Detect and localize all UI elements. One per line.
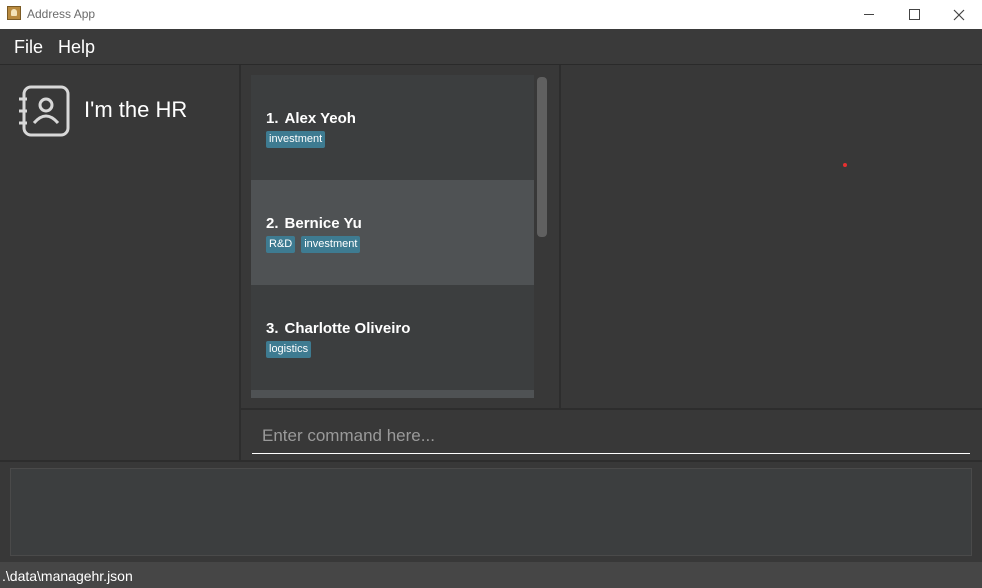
person-name: 2. Bernice Yu [266, 215, 362, 232]
command-input[interactable] [252, 418, 970, 454]
status-bar: .\data\managehr.json [0, 562, 982, 588]
person-name: 1. Alex Yeoh [266, 110, 356, 127]
person-index: 1. [266, 110, 279, 127]
minimize-icon [864, 14, 874, 15]
tag-list: logistics [266, 341, 312, 358]
tag-list: R&D investment [266, 236, 361, 253]
person-index: 2. [266, 215, 279, 232]
address-book-icon [19, 85, 70, 137]
person-name-text: Alex Yeoh [284, 110, 356, 127]
person-name: 3. Charlotte Oliveiro [266, 320, 410, 337]
menu-file[interactable]: File [14, 37, 43, 58]
tag-badge: R&D [266, 236, 296, 253]
person-name-text: Bernice Yu [284, 215, 362, 232]
tag-list: investment [266, 131, 326, 148]
red-dot-marker [843, 163, 847, 167]
tag-badge: investment [301, 236, 361, 253]
person-card-partial[interactable] [251, 390, 534, 398]
minimize-button[interactable] [846, 0, 892, 29]
person-list[interactable]: 1. Alex Yeoh investment 2. Bernice Yu R&D inve… [251, 75, 534, 398]
app-book-icon [7, 6, 21, 20]
person-list-panel: 1. Alex Yeoh investment 2. Bernice Yu R&D inve… [241, 65, 561, 408]
tag-badge: logistics [266, 341, 312, 358]
close-icon [953, 9, 965, 20]
person-card[interactable]: 3. Charlotte Oliveiro logistics [251, 285, 534, 390]
command-box [241, 408, 982, 462]
status-file-path: .\data\managehr.json [2, 568, 133, 584]
list-scrollbar[interactable] [537, 77, 547, 237]
sidebar: I'm the HR [0, 65, 241, 460]
tag-badge: investment [266, 131, 326, 148]
window-title: Address App [27, 7, 96, 21]
person-index: 3. [266, 320, 279, 337]
close-button[interactable] [936, 0, 982, 29]
person-card[interactable]: 1. Alex Yeoh investment [251, 75, 534, 180]
app-title: I'm the HR [84, 97, 188, 122]
person-name-text: Charlotte Oliveiro [284, 320, 411, 337]
detail-panel [561, 65, 982, 408]
person-card[interactable]: 2. Bernice Yu R&D investment [251, 180, 534, 285]
result-display [0, 460, 982, 562]
window-titlebar: Address App [0, 0, 982, 29]
menu-help[interactable]: Help [58, 37, 95, 58]
result-text-area[interactable] [10, 468, 972, 556]
menu-bar: File Help [0, 29, 982, 65]
maximize-button[interactable] [891, 0, 937, 29]
maximize-icon [908, 9, 920, 20]
